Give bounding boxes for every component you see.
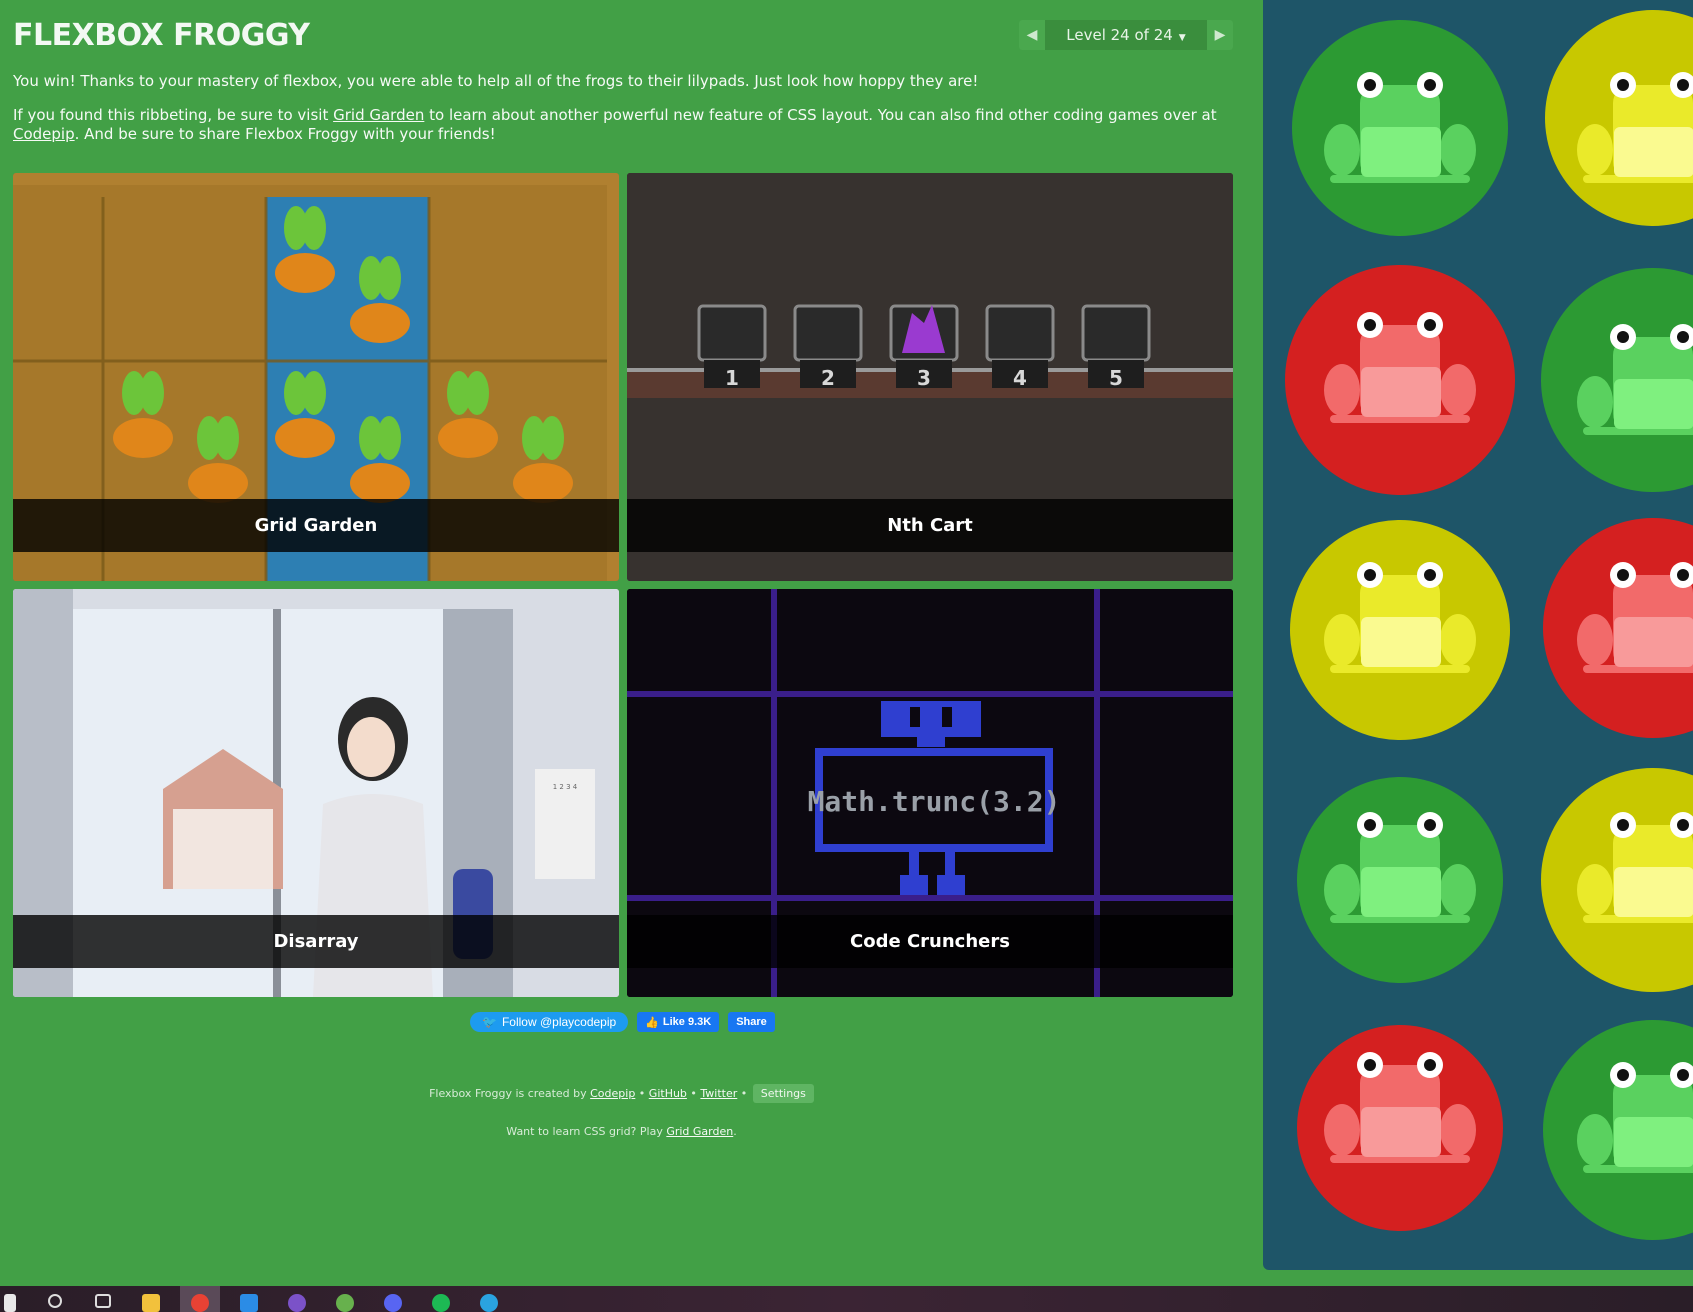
game-tile-nth-cart[interactable]: 1 2 3 4 5 Nth Cart xyxy=(627,173,1233,581)
win-message: You win! Thanks to your mastery of flexb… xyxy=(13,72,979,90)
task-view-icon[interactable] xyxy=(95,1294,111,1308)
utorrent-icon[interactable] xyxy=(336,1294,354,1312)
twitter-follow-button[interactable]: 🐦 Follow @playcodepip xyxy=(470,1012,629,1032)
cart-number: 5 xyxy=(1109,366,1123,390)
game-title-nth-cart: Nth Cart xyxy=(627,499,1233,552)
file-explorer-icon[interactable] xyxy=(142,1294,160,1312)
game-title-grid-garden: Grid Garden xyxy=(13,499,619,552)
game-tile-disarray[interactable]: 1 2 3 4 Disarray xyxy=(13,589,619,997)
windows-taskbar xyxy=(0,1286,1693,1312)
facebook-share-button[interactable]: Share xyxy=(728,1012,775,1032)
cart-number: 3 xyxy=(917,366,931,390)
game-tile-code-crunchers[interactable]: Math.trunc(3.2) Code Crunchers xyxy=(627,589,1233,997)
triangle-right-icon: ▶ xyxy=(1214,27,1226,43)
caret-down-icon: ▼ xyxy=(1178,33,1186,43)
footer-github-link[interactable]: GitHub xyxy=(649,1087,687,1100)
code-expression: Math.trunc(3.2) xyxy=(808,785,1061,818)
level-indicator[interactable]: Level 24 of 24 ▼ xyxy=(1045,26,1207,44)
cart-number: 2 xyxy=(821,366,835,390)
frog-pond-illustration xyxy=(1285,10,1693,1240)
calendar-text: 1 2 3 4 xyxy=(553,783,578,791)
viber-icon[interactable] xyxy=(288,1294,306,1312)
social-buttons: 🐦 Follow @playcodepip 👍 Like 9.3K Share xyxy=(470,1012,775,1032)
game-title-disarray: Disarray xyxy=(13,915,619,968)
facebook-like-button[interactable]: 👍 Like 9.3K xyxy=(637,1012,720,1032)
cart-number: 1 xyxy=(725,366,739,390)
footer-grid-garden-link[interactable]: Grid Garden xyxy=(666,1125,733,1138)
settings-button[interactable]: Settings xyxy=(752,1084,814,1103)
twitter-bird-icon: 🐦 xyxy=(482,1015,497,1029)
spotify-icon[interactable] xyxy=(432,1294,450,1312)
vscode-icon[interactable] xyxy=(240,1294,258,1312)
grid-garden-link[interactable]: Grid Garden xyxy=(333,106,424,124)
level-label: Level 24 of 24 xyxy=(1066,26,1173,44)
page-title: FLEXBOX FROGGY xyxy=(13,18,310,53)
windows-start-icon[interactable] xyxy=(4,1294,16,1312)
next-level-button[interactable]: ▶ xyxy=(1207,20,1233,50)
thumbs-up-icon: 👍 xyxy=(645,1016,659,1029)
chrome-icon[interactable] xyxy=(191,1294,209,1312)
level-navigation: ◀ Level 24 of 24 ▼ ▶ xyxy=(1019,20,1233,50)
codepip-link[interactable]: Codepip xyxy=(13,125,75,143)
promo-message: If you found this ribbeting, be sure to … xyxy=(13,106,1217,143)
game-title-code-crunchers: Code Crunchers xyxy=(627,915,1233,968)
triangle-left-icon: ◀ xyxy=(1026,27,1038,43)
game-tile-grid-garden[interactable]: Grid Garden xyxy=(13,173,619,581)
cart-number: 4 xyxy=(1013,366,1027,390)
footer-credits: Flexbox Froggy is created by Codepip • G… xyxy=(0,1084,1243,1103)
pond-board xyxy=(1263,0,1693,1270)
discord-icon[interactable] xyxy=(384,1294,402,1312)
prev-level-button[interactable]: ◀ xyxy=(1019,20,1045,50)
search-icon[interactable] xyxy=(48,1294,62,1308)
game-panel: FLEXBOX FROGGY ◀ Level 24 of 24 ▼ ▶ You w… xyxy=(0,0,1263,1286)
telegram-icon[interactable] xyxy=(480,1294,498,1312)
footer-twitter-link[interactable]: Twitter xyxy=(700,1087,737,1100)
footer-codepip-link[interactable]: Codepip xyxy=(590,1087,635,1100)
footer-cta: Want to learn CSS grid? Play Grid Garden… xyxy=(506,1125,737,1138)
